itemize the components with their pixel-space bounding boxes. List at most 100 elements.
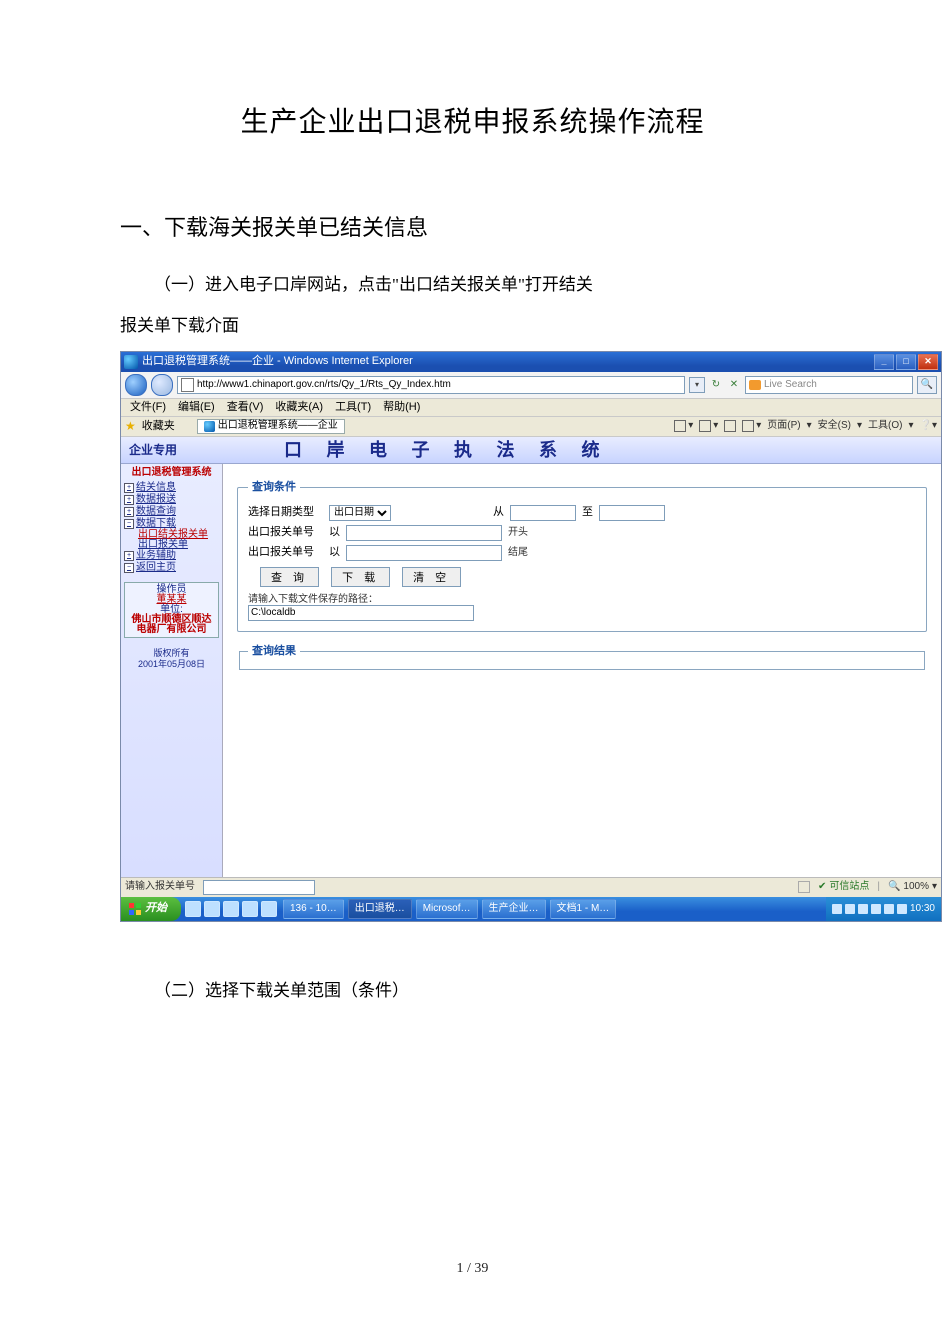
ie-logo-icon [124,355,138,369]
tray-icon[interactable] [858,904,868,914]
search-button[interactable]: 🔍 [917,376,937,394]
taskbar-task[interactable]: 出口退税… [348,899,412,919]
input-date-from[interactable] [510,505,576,521]
screenshot-ie-window: 出口退税管理系统——企业 - Windows Internet Explorer… [120,351,942,922]
operator-block: 操作员 董某某 单位: 佛山市顺德区顺达电器厂有限公司 [124,582,219,638]
quick-launch-icon[interactable] [185,901,201,917]
paragraph-2: （二）选择下载关单范围（条件） [120,972,825,1009]
input-date-to[interactable] [599,505,665,521]
favorites-star-icon[interactable]: ★ [125,420,136,432]
system-tray: 10:30 [826,897,941,921]
clock: 10:30 [910,904,935,914]
menu-view[interactable]: 查看(V) [224,401,267,414]
path-hint: 请输入下载文件保存的路径： [248,595,916,605]
clear-button[interactable]: 清 空 [402,567,461,587]
label-no-end: 出口报关单号 [248,547,323,558]
status-separator-icon [798,881,810,893]
close-button[interactable]: ✕ [918,354,938,370]
input-save-path[interactable] [248,605,474,621]
page-icon [181,378,194,392]
safety-menu[interactable]: 安全(S) [818,421,851,431]
query-button[interactable]: 查 询 [260,567,319,587]
forward-button[interactable] [151,374,173,396]
page-content: 企业专用 口 岸 电 子 执 法 系 统 出口退税管理系统 +结关信息 +数据报… [121,437,941,877]
menu-file[interactable]: 文件(F) [127,401,169,414]
tray-icon[interactable] [884,904,894,914]
check-icon: ✔ [818,882,826,892]
refresh-button[interactable]: ↻ [709,378,723,392]
sidebar-item-back-home[interactable]: −返回主页 [124,562,219,574]
trusted-sites-indicator[interactable]: ✔ 可信站点 [818,882,869,892]
quick-launch [181,901,281,917]
sidebar-item-customs-info[interactable]: +结关信息 [124,482,219,494]
maximize-button[interactable]: □ [896,354,916,370]
download-button[interactable]: 下 载 [331,567,390,587]
help-icon[interactable]: ❔▾ [920,421,937,431]
taskbar-task[interactable]: 136 - 10… [283,899,344,919]
live-search-icon [749,380,761,390]
feeds-icon[interactable]: ▾ [699,420,718,432]
status-bar: 请输入报关单号 ✔ 可信站点 | 🔍 100% ▾ [121,877,941,897]
taskbar: 开始 136 - 10… 出口退税… Microsof… 生产企业… 文档1 -… [121,897,941,921]
sidebar-item-data-download[interactable]: −数据下载 [124,518,219,530]
tools-menu[interactable]: 工具(O) [868,421,902,431]
copyright-line-2: 2001年05月08日 [124,659,219,671]
sidebar-item-data-send[interactable]: +数据报送 [124,494,219,506]
window-title: 出口退税管理系统——企业 - Windows Internet Explorer [142,356,413,367]
menu-tools[interactable]: 工具(T) [332,401,374,414]
quick-launch-icon[interactable] [242,901,258,917]
zoom-dropdown-icon[interactable]: ▾ [932,882,937,892]
mail-icon[interactable] [724,420,736,432]
search-placeholder: Live Search [764,380,817,390]
sidebar-subitem-export-form[interactable]: 出口报关单 [124,540,219,550]
copyright-block: 版权所有 2001年05月08日 [124,648,219,671]
tray-icon[interactable] [832,904,842,914]
stop-button[interactable]: ✕ [727,378,741,392]
start-button[interactable]: 开始 [121,897,181,921]
print-icon[interactable]: ▾ [742,420,761,432]
tray-icon[interactable] [845,904,855,914]
row-no-end: 出口报关单号 以 结尾 [248,545,916,561]
sidebar-item-biz-support[interactable]: +业务辅助 [124,550,219,562]
paragraph-1b: 报关单下载介面 [120,307,825,344]
section-1-heading: 一、下载海关报关单已结关信息 [120,210,825,242]
tab-title: 出口退税管理系统——企业 [218,421,338,431]
favorites-label[interactable]: 收藏夹 [142,421,175,432]
tray-icon[interactable] [871,904,881,914]
taskbar-task[interactable]: Microsof… [416,899,478,919]
label-prefix-start: 以 [329,527,340,538]
minimize-button[interactable]: _ [874,354,894,370]
back-button[interactable] [125,374,147,396]
quick-launch-icon[interactable] [261,901,277,917]
url-field[interactable]: http://www1.chinaport.gov.cn/rts/Qy_1/Rt… [177,376,685,394]
url-dropdown-icon[interactable]: ▾ [689,377,705,393]
company-name: 佛山市顺德区顺达电器厂有限公司 [127,615,216,635]
ie-titlebar: 出口退税管理系统——企业 - Windows Internet Explorer… [121,352,941,372]
select-date-type[interactable]: 出口日期 [329,505,391,521]
browser-tab[interactable]: 出口退税管理系统——企业 [197,419,345,434]
trusted-label: 可信站点 [829,882,869,892]
paragraph-1a: （一）进入电子口岸网站，点击"出口结关报关单"打开结关 [120,266,825,303]
tray-icon[interactable] [897,904,907,914]
zoom-control[interactable]: 🔍 100% ▾ [888,882,937,892]
menu-help[interactable]: 帮助(H) [380,401,423,414]
label-prefix-end: 以 [329,547,340,558]
suffix-end: 结尾 [508,548,538,558]
menu-favorites[interactable]: 收藏夹(A) [272,401,326,414]
search-field[interactable]: Live Search [745,376,913,394]
page-number: 1 / 39 [0,1261,945,1277]
sidebar-item-data-query[interactable]: +数据查询 [124,506,219,518]
taskbar-task[interactable]: 生产企业… [482,899,546,919]
label-no-start: 出口报关单号 [248,527,323,538]
menu-edit[interactable]: 编辑(E) [175,401,218,414]
result-legend: 查询结果 [248,646,300,657]
page-menu[interactable]: 页面(P) [767,421,800,431]
home-icon[interactable]: ▾ [674,420,693,432]
status-prompt-input[interactable] [203,880,315,895]
input-no-end[interactable] [346,545,502,561]
input-no-start[interactable] [346,525,502,541]
taskbar-task[interactable]: 文档1 - M… [550,899,617,919]
button-row: 查 询 下 载 清 空 [248,567,916,587]
quick-launch-icon[interactable] [223,901,239,917]
quick-launch-icon[interactable] [204,901,220,917]
